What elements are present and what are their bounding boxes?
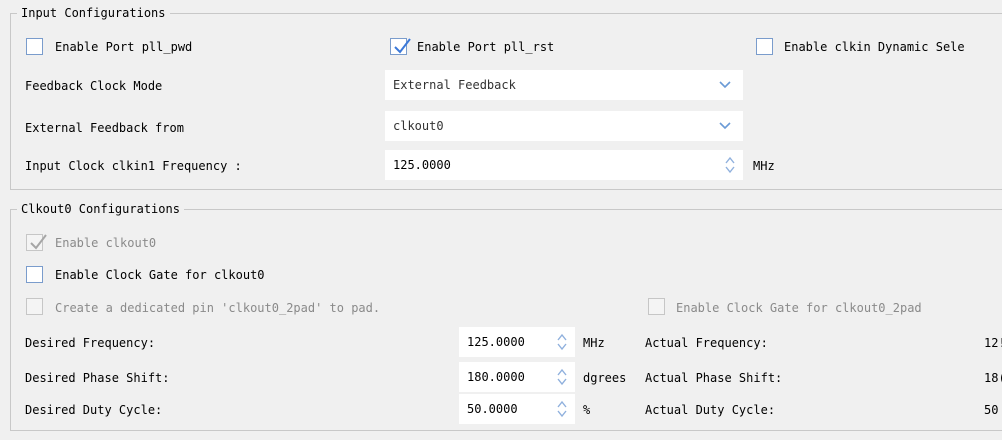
- enable-clkout0-label: Enable clkout0: [55, 236, 157, 250]
- desired-frequency-label: Desired Frequency:: [25, 336, 156, 350]
- desired-phase-shift-input[interactable]: 180.0000: [459, 362, 575, 392]
- enable-clkin-dynamic-checkbox[interactable]: [756, 38, 773, 55]
- spin-up-down-icon[interactable]: [557, 333, 567, 351]
- enable-clkin-dynamic-label: Enable clkin Dynamic Sele: [784, 40, 965, 54]
- actual-frequency-label: Actual Frequency:: [645, 336, 768, 350]
- clkin1-frequency-input[interactable]: 125.0000: [385, 150, 743, 180]
- actual-phase-shift-value: 18(: [984, 371, 1002, 385]
- enable-clock-gate-clkout0-label: Enable Clock Gate for clkout0: [55, 268, 265, 282]
- desired-frequency-input[interactable]: 125.0000: [459, 327, 575, 357]
- clkin1-frequency-label: Input Clock clkin1 Frequency :: [25, 159, 242, 173]
- clock-gate-2pad-label: Enable Clock Gate for clkout0_2pad: [676, 301, 922, 315]
- external-feedback-from-label: External Feedback from: [25, 121, 184, 135]
- desired-duty-cycle-unit: %: [583, 403, 591, 417]
- enable-clkout0-checkbox[interactable]: [26, 234, 47, 251]
- desired-phase-shift-unit: dgrees: [583, 371, 627, 385]
- checkmark-icon: [30, 234, 47, 250]
- feedback-clock-mode-select[interactable]: External Feedback: [385, 70, 743, 100]
- spin-up-down-icon[interactable]: [557, 368, 567, 386]
- clock-gate-2pad-checkbox[interactable]: [648, 298, 665, 315]
- enable-pll-rst-checkbox[interactable]: [390, 38, 411, 55]
- desired-phase-shift-value: 180.0000: [467, 370, 525, 384]
- desired-duty-cycle-input[interactable]: 50.0000: [459, 394, 575, 424]
- clkin1-frequency-value: 125.0000: [393, 158, 451, 172]
- desired-duty-cycle-value: 50.0000: [467, 402, 518, 416]
- desired-duty-cycle-label: Desired Duty Cycle:: [25, 403, 163, 417]
- feedback-clock-mode-label: Feedback Clock Mode: [25, 79, 163, 93]
- actual-duty-cycle-value: 50: [984, 403, 999, 417]
- enable-pll-rst-label: Enable Port pll_rst: [417, 40, 555, 54]
- input-configurations-title: Input Configurations: [17, 5, 170, 21]
- desired-frequency-unit: MHz: [583, 336, 605, 350]
- chevron-down-icon: [719, 81, 731, 89]
- dedicated-pin-label: Create a dedicated pin 'clkout0_2pad' to…: [55, 301, 381, 315]
- desired-phase-shift-label: Desired Phase Shift:: [25, 371, 170, 385]
- chevron-down-icon: [719, 122, 731, 130]
- clkin1-frequency-unit: MHz: [753, 159, 775, 173]
- actual-phase-shift-label: Actual Phase Shift:: [645, 371, 783, 385]
- spin-up-down-icon[interactable]: [557, 400, 567, 418]
- actual-frequency-value: 12!: [984, 336, 1002, 350]
- enable-pll-pwd-label: Enable Port pll_pwd: [55, 40, 193, 54]
- enable-clock-gate-clkout0-checkbox[interactable]: [26, 266, 43, 283]
- feedback-clock-mode-value: External Feedback: [393, 78, 516, 92]
- dedicated-pin-checkbox[interactable]: [26, 298, 43, 315]
- spin-up-down-icon[interactable]: [725, 156, 735, 174]
- clkout0-configurations-title: Clkout0 Configurations: [17, 201, 184, 217]
- external-feedback-from-value: clkout0: [393, 119, 444, 133]
- enable-pll-pwd-checkbox[interactable]: [26, 38, 43, 55]
- external-feedback-from-select[interactable]: clkout0: [385, 111, 743, 141]
- desired-frequency-value: 125.0000: [467, 335, 525, 349]
- checkmark-icon: [394, 38, 411, 54]
- actual-duty-cycle-label: Actual Duty Cycle:: [645, 403, 776, 417]
